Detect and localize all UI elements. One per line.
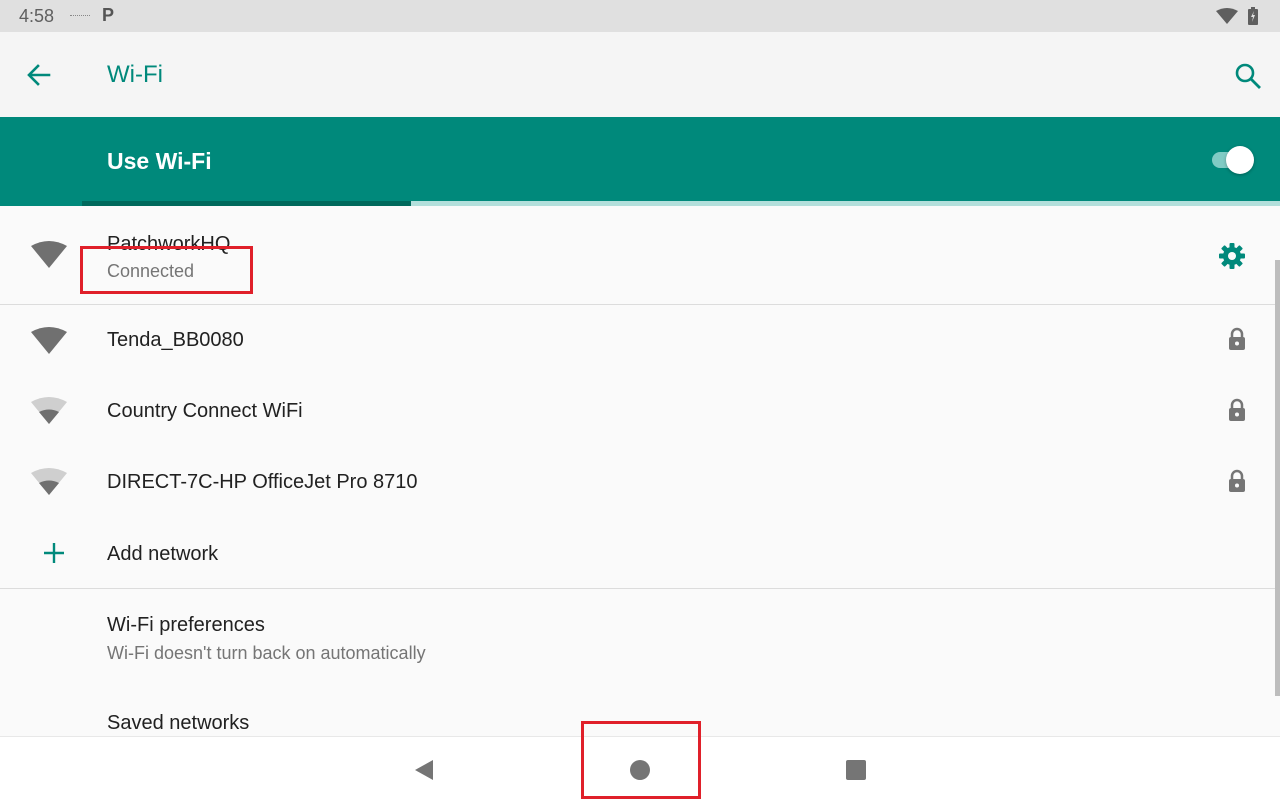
app-bar: Wi-Fi	[0, 32, 1280, 117]
preferences-summary: Wi-Fi doesn't turn back on automatically	[107, 643, 426, 663]
network-item[interactable]: DIRECT-7C-HP OfficeJet Pro 8710	[0, 447, 1276, 518]
page-title: Wi-Fi	[107, 61, 163, 88]
add-network-item[interactable]: Add network	[0, 518, 1276, 588]
network-name: Country Connect WiFi	[107, 400, 303, 422]
search-icon[interactable]	[1232, 60, 1264, 92]
wifi-preferences-item[interactable]: Wi-Fi preferences Wi-Fi doesn't turn bac…	[0, 589, 1276, 679]
gear-icon[interactable]	[1217, 241, 1247, 271]
notification-icon	[70, 15, 90, 18]
wifi-signal-weak-icon	[31, 397, 67, 424]
use-wifi-switch-bar[interactable]: Use Wi-Fi	[0, 117, 1280, 206]
network-item[interactable]: Country Connect WiFi	[0, 376, 1276, 447]
saved-networks-label: Saved networks	[107, 712, 250, 734]
scrollbar[interactable]	[1275, 260, 1280, 696]
arrow-back-icon[interactable]	[22, 58, 56, 92]
battery-icon	[1248, 7, 1258, 25]
wifi-signal-full-icon	[31, 327, 67, 354]
wifi-icon	[1216, 8, 1238, 24]
use-wifi-label: Use Wi-Fi	[107, 148, 212, 174]
recents-square-icon[interactable]	[841, 755, 871, 785]
lock-icon	[1229, 398, 1245, 421]
network-name: DIRECT-7C-HP OfficeJet Pro 8710	[107, 471, 418, 493]
parking-app-icon: P	[102, 5, 115, 25]
network-name: Tenda_BB0080	[107, 329, 244, 351]
highlight-box	[80, 246, 253, 294]
wifi-signal-weak-icon	[31, 468, 67, 495]
lock-icon	[1229, 327, 1245, 350]
toggle-thumb	[1226, 146, 1254, 174]
add-network-label: Add network	[107, 543, 219, 565]
highlight-box	[581, 721, 701, 799]
lock-icon	[1229, 469, 1245, 492]
status-bar: 4:58 P	[0, 0, 1280, 32]
network-item[interactable]: Tenda_BB0080	[0, 305, 1276, 376]
back-triangle-icon[interactable]	[410, 755, 440, 785]
preferences-title: Wi-Fi preferences	[107, 614, 265, 636]
plus-icon	[44, 543, 64, 563]
wifi-toggle[interactable]	[1210, 143, 1256, 175]
status-time: 4:58	[19, 6, 55, 26]
wifi-signal-full-icon	[31, 241, 67, 268]
